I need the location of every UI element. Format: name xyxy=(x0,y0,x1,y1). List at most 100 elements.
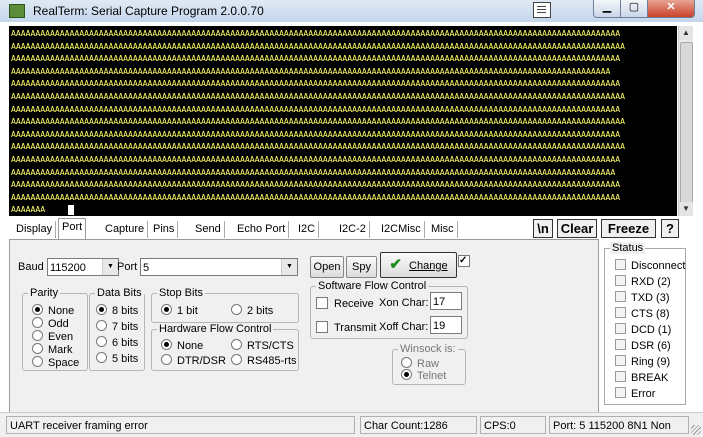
radio-icon[interactable] xyxy=(231,339,242,350)
menu-icon[interactable] xyxy=(533,2,551,18)
status-dcd: DCD (1) xyxy=(615,323,671,337)
xoff-label: Xoff Char: xyxy=(379,321,429,333)
radio-icon[interactable] xyxy=(32,356,43,367)
tab-capture[interactable]: Capture xyxy=(102,221,149,238)
radio-icon[interactable] xyxy=(96,352,107,363)
freeze-button[interactable]: Freeze xyxy=(601,219,656,238)
tab-i2c[interactable]: I2C xyxy=(295,221,320,238)
databits-7-option[interactable]: 7 bits xyxy=(96,320,138,334)
databits-title: Data Bits xyxy=(95,287,144,299)
hwflow-none-option[interactable]: None xyxy=(161,339,203,353)
led-icon xyxy=(615,259,626,270)
change-button[interactable]: ✔ Change xyxy=(380,252,457,278)
winsock-telnet-option[interactable]: Telnet xyxy=(401,369,446,383)
swflow-transmit-checkbox[interactable]: Transmit xyxy=(316,321,376,335)
app-icon xyxy=(9,4,25,18)
parity-group: Parity None Odd Even Mark Space xyxy=(22,287,88,371)
radio-icon[interactable] xyxy=(32,330,43,341)
databits-5-option[interactable]: 5 bits xyxy=(96,352,138,366)
parity-none-option[interactable]: None xyxy=(32,304,74,318)
baud-value: 115200 xyxy=(50,262,86,274)
radio-icon[interactable] xyxy=(401,369,412,380)
maximize-button[interactable]: ▢ xyxy=(620,0,648,18)
port-value: 5 xyxy=(143,262,150,274)
tab-display[interactable]: Display xyxy=(13,221,57,238)
port-select[interactable]: 5 ▼ xyxy=(140,258,298,276)
status-group: Status Disconnect RXD (2) TXD (3) CTS (8… xyxy=(604,242,686,405)
radio-icon[interactable] xyxy=(161,354,172,365)
resize-grip-icon[interactable] xyxy=(691,425,701,435)
chevron-down-icon[interactable]: ▼ xyxy=(102,259,118,275)
parity-odd-option[interactable]: Odd xyxy=(32,317,69,331)
status-cts: CTS (8) xyxy=(615,307,670,321)
led-icon xyxy=(615,307,626,318)
terminal-text: AAAAAAAAAAAAAAAAAAAAAAAAAAAAAAAAAAAAAAAA… xyxy=(11,28,625,215)
tab-i2cmisc[interactable]: I2CMisc xyxy=(378,221,425,238)
swflow-group: Software Flow Control Receive Xon Char: … xyxy=(310,280,468,339)
winsock-title: Winsock is: xyxy=(398,343,458,355)
radio-icon[interactable] xyxy=(231,304,242,315)
status-message: UART receiver framing error xyxy=(6,416,355,434)
help-button[interactable]: ? xyxy=(661,219,679,238)
tab-i2c-2[interactable]: I2C-2 xyxy=(336,221,370,238)
led-icon xyxy=(615,387,626,398)
parity-space-option[interactable]: Space xyxy=(32,356,79,370)
close-button[interactable]: ✕ xyxy=(647,0,695,18)
tab-pins[interactable]: Pins xyxy=(150,221,179,238)
databits-group: Data Bits 8 bits 7 bits 6 bits 5 bits xyxy=(89,287,145,371)
stopbits-1-option[interactable]: 1 bit xyxy=(161,304,198,318)
baud-select[interactable]: 115200 ▼ xyxy=(47,258,119,276)
scroll-thumb[interactable] xyxy=(680,42,693,214)
terminal-display[interactable]: AAAAAAAAAAAAAAAAAAAAAAAAAAAAAAAAAAAAAAAA… xyxy=(9,26,677,216)
swflow-title: Software Flow Control xyxy=(316,280,429,292)
checkbox-icon[interactable] xyxy=(316,297,328,309)
tab-echo-port[interactable]: Echo Port xyxy=(234,221,290,238)
radio-icon[interactable] xyxy=(32,317,43,328)
radio-icon[interactable] xyxy=(96,304,107,315)
open-button[interactable]: Open xyxy=(310,256,344,278)
xoff-input[interactable]: 19 xyxy=(430,316,462,334)
stopbits-2-option[interactable]: 2 bits xyxy=(231,304,273,318)
chevron-down-icon[interactable]: ▼ xyxy=(281,259,297,275)
checkbox-icon[interactable] xyxy=(316,321,328,333)
radio-icon[interactable] xyxy=(96,320,107,331)
tab-misc[interactable]: Misc xyxy=(428,221,458,238)
led-icon xyxy=(615,371,626,382)
scroll-down-icon[interactable]: ▼ xyxy=(679,202,693,216)
terminal-scrollbar[interactable]: ▲ ▼ xyxy=(678,26,693,216)
status-error: Error xyxy=(615,387,655,401)
radio-icon[interactable] xyxy=(32,343,43,354)
xon-input[interactable]: 17 xyxy=(430,292,462,310)
clear-button[interactable]: Clear xyxy=(557,219,597,238)
radio-icon[interactable] xyxy=(231,354,242,365)
radio-icon[interactable] xyxy=(32,304,43,315)
radio-icon[interactable] xyxy=(161,304,172,315)
status-dsr: DSR (6) xyxy=(615,339,671,353)
window-title: RealTerm: Serial Capture Program 2.0.0.7… xyxy=(33,4,264,18)
radio-icon[interactable] xyxy=(161,339,172,350)
tab-send[interactable]: Send xyxy=(192,221,225,238)
scroll-up-icon[interactable]: ▲ xyxy=(679,26,693,40)
minimize-button[interactable]: ▁ xyxy=(593,0,621,18)
spy-button[interactable]: Spy xyxy=(346,256,377,278)
change-checkbox[interactable] xyxy=(458,255,470,267)
led-icon xyxy=(615,355,626,366)
databits-6-option[interactable]: 6 bits xyxy=(96,336,138,350)
stopbits-group: Stop Bits 1 bit 2 bits xyxy=(151,287,299,323)
hwflow-rtscts-option[interactable]: RTS/CTS xyxy=(231,339,294,353)
newline-button[interactable]: \n xyxy=(533,219,553,238)
hwflow-group: Hardware Flow Control None RTS/CTS DTR/D… xyxy=(151,323,299,371)
parity-even-option[interactable]: Even xyxy=(32,330,73,344)
status-disconnect[interactable]: Disconnect xyxy=(615,259,685,273)
parity-mark-option[interactable]: Mark xyxy=(32,343,72,357)
status-ring: Ring (9) xyxy=(615,355,670,369)
hwflow-dtrdsr-option[interactable]: DTR/DSR xyxy=(161,354,226,368)
hwflow-rs485-option[interactable]: RS485-rts xyxy=(231,354,297,368)
tab-port[interactable]: Port xyxy=(58,218,87,240)
title-bar: RealTerm: Serial Capture Program 2.0.0.7… xyxy=(0,0,703,22)
databits-8-option[interactable]: 8 bits xyxy=(96,304,138,318)
radio-icon[interactable] xyxy=(96,336,107,347)
radio-icon[interactable] xyxy=(401,357,412,368)
swflow-receive-checkbox[interactable]: Receive xyxy=(316,297,374,311)
stopbits-title: Stop Bits xyxy=(157,287,206,299)
